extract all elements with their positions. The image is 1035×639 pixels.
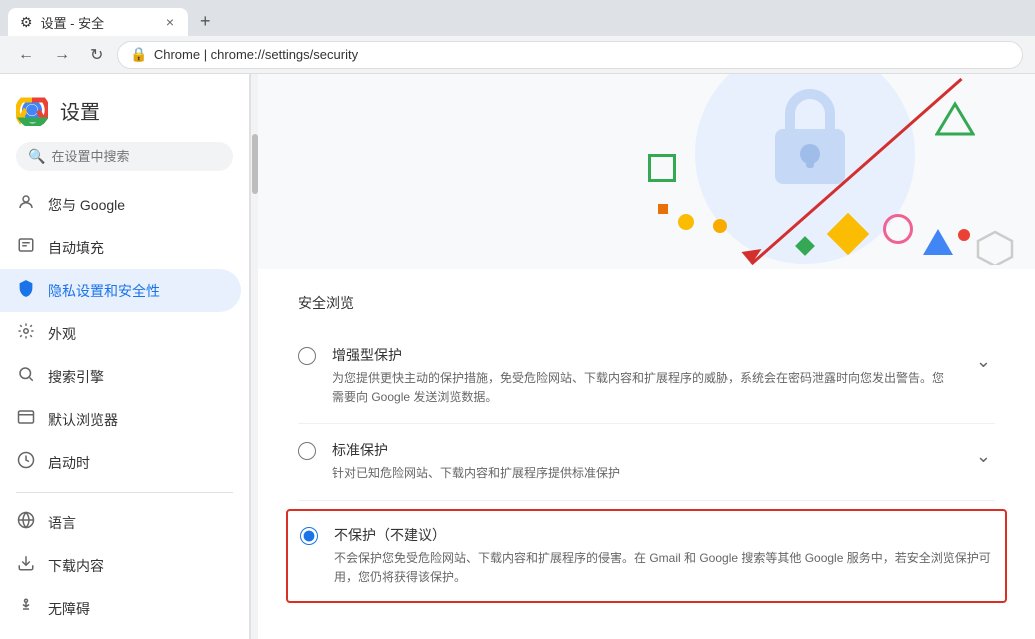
browser-icon (16, 408, 36, 431)
standard-radio[interactable] (298, 442, 316, 460)
sidebar: 设置 🔍 您与 Google 自动填充 隐私设置和安全性 (0, 74, 250, 639)
browser-chrome: ⚙ 设置 - 安全 × + ← → ↻ 🔒 Chrome | chrome://… (0, 0, 1035, 74)
settings-content: 安全浏览 增强型保护 为您提供更快主动的保护措施，免受危险网站、下载内容和扩展程… (258, 269, 1035, 627)
sidebar-item-google[interactable]: 您与 Google (0, 183, 241, 226)
sidebar-divider (16, 492, 233, 493)
sidebar-item-downloads[interactable]: 下载内容 (0, 544, 241, 587)
green-square-shape (648, 154, 676, 182)
standard-option[interactable]: 标准保护 针对已知危险网站、下载内容和扩展程序提供标准保护 ⌄ (298, 424, 995, 500)
active-tab[interactable]: ⚙ 设置 - 安全 × (8, 8, 188, 36)
chrome-logo (16, 94, 48, 126)
orange-small-square (658, 204, 668, 214)
sidebar-item-default-browser[interactable]: 默认浏览器 (0, 398, 241, 441)
enhanced-option[interactable]: 增强型保护 为您提供更快主动的保护措施，免受危险网站、下载内容和扩展程序的威胁，… (298, 329, 995, 424)
address-text: Chrome | chrome://settings/security (154, 47, 358, 62)
no-protection-option[interactable]: 不保护（不建议） 不会保护您免受危险网站、下载内容和扩展程序的侵害。在 Gmai… (286, 509, 1007, 603)
sidebar-item-label: 搜索引擎 (48, 367, 104, 387)
enhanced-desc: 为您提供更快主动的保护措施，免受危险网站、下载内容和扩展程序的威胁，系统会在密码… (332, 369, 956, 407)
standard-expand-button[interactable]: ⌄ (972, 442, 995, 471)
sidebar-item-startup[interactable]: 启动时 (0, 441, 241, 484)
no-protection-desc: 不会保护您免受危险网站、下载内容和扩展程序的侵害。在 Gmail 和 Googl… (334, 549, 993, 587)
sidebar-item-label: 隐私设置和安全性 (48, 281, 160, 301)
downloads-icon (16, 554, 36, 577)
address-icon: 🔒 (130, 46, 147, 63)
shield-icon (16, 279, 36, 302)
content-area: 安全浏览 增强型保护 为您提供更快主动的保护措施，免受危险网站、下载内容和扩展程… (258, 74, 1035, 639)
no-protection-title: 不保护（不建议） (334, 525, 993, 545)
sidebar-item-label: 您与 Google (48, 195, 125, 215)
search-icon: 🔍 (28, 148, 45, 165)
gray-hexagon (975, 229, 1015, 265)
sidebar-item-language[interactable]: 语言 (0, 501, 241, 544)
forward-button[interactable]: → (48, 42, 76, 68)
sidebar-item-label: 无障碍 (48, 599, 90, 619)
sidebar-item-system[interactable]: 系统 (0, 630, 241, 639)
sidebar-item-autofill[interactable]: 自动填充 (0, 226, 241, 269)
sidebar-item-label: 外观 (48, 324, 76, 344)
sidebar-scrollbar[interactable] (250, 74, 258, 639)
no-protection-radio[interactable] (300, 527, 318, 545)
settings-title: 设置 (60, 96, 100, 125)
sidebar-item-privacy[interactable]: 隐私设置和安全性 (0, 269, 241, 312)
red-arrow (258, 74, 1035, 269)
sidebar-item-label: 默认浏览器 (48, 410, 118, 430)
section-title: 安全浏览 (298, 293, 995, 313)
yellow-dot (678, 214, 694, 230)
illustration-area (258, 74, 1035, 269)
pink-circle (883, 214, 913, 244)
sidebar-item-label: 启动时 (48, 453, 90, 473)
person-icon (16, 193, 36, 216)
no-protection-content: 不保护（不建议） 不会保护您免受危险网站、下载内容和扩展程序的侵害。在 Gmai… (334, 525, 993, 587)
blue-triangle (923, 229, 953, 255)
sidebar-item-label: 下载内容 (48, 556, 104, 576)
accessibility-icon (16, 597, 36, 620)
main-container: 设置 🔍 您与 Google 自动填充 隐私设置和安全性 (0, 74, 1035, 639)
search-engine-icon (16, 365, 36, 388)
refresh-button[interactable]: ↻ (84, 41, 109, 69)
sidebar-header: 设置 (0, 82, 249, 142)
lock-illustration (765, 84, 855, 194)
sidebar-item-search[interactable]: 搜索引擎 (0, 355, 241, 398)
address-bar[interactable]: 🔒 Chrome | chrome://settings/security (117, 41, 1023, 69)
appearance-icon (16, 322, 36, 345)
search-bar[interactable]: 🔍 (16, 142, 233, 171)
startup-icon (16, 451, 36, 474)
enhanced-title: 增强型保护 (332, 345, 956, 365)
standard-desc: 针对已知危险网站、下载内容和扩展程序提供标准保护 (332, 464, 956, 483)
yellow-ball (713, 219, 727, 233)
sidebar-item-accessibility[interactable]: 无障碍 (0, 587, 241, 630)
standard-content: 标准保护 针对已知危险网站、下载内容和扩展程序提供标准保护 (332, 440, 956, 483)
tab-close-button[interactable]: × (164, 12, 176, 32)
tab-bar: ⚙ 设置 - 安全 × + (0, 0, 1035, 36)
new-tab-button[interactable]: + (192, 7, 219, 36)
autofill-icon (16, 236, 36, 259)
sidebar-item-label: 自动填充 (48, 238, 104, 258)
sidebar-item-appearance[interactable]: 外观 (0, 312, 241, 355)
enhanced-content: 增强型保护 为您提供更快主动的保护措施，免受危险网站、下载内容和扩展程序的威胁，… (332, 345, 956, 407)
tab-title: 设置 - 安全 (41, 13, 105, 32)
language-icon (16, 511, 36, 534)
nav-bar: ← → ↻ 🔒 Chrome | chrome://settings/secur… (0, 36, 1035, 74)
enhanced-radio[interactable] (298, 347, 316, 365)
tab-favicon: ⚙ (20, 14, 33, 31)
sidebar-item-label: 语言 (48, 513, 76, 533)
search-input[interactable] (51, 149, 221, 164)
triangle-shape (935, 99, 975, 139)
enhanced-expand-button[interactable]: ⌄ (972, 347, 995, 376)
red-dot (958, 229, 970, 241)
back-button[interactable]: ← (12, 42, 40, 68)
standard-title: 标准保护 (332, 440, 956, 460)
